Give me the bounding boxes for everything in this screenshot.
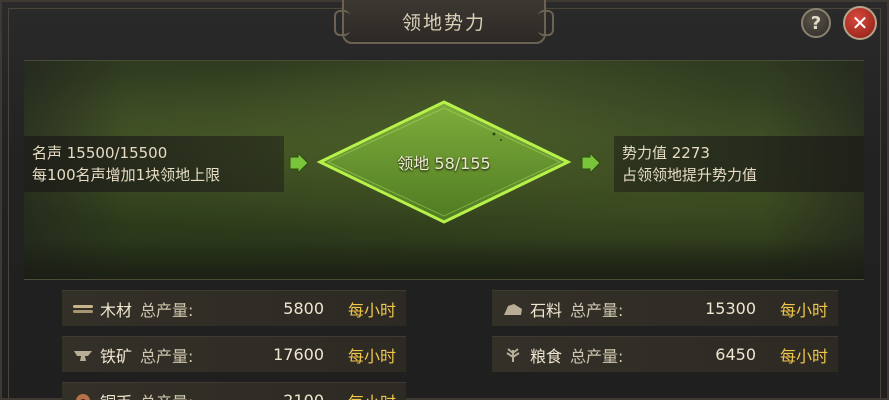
resource-row-iron: 铁矿 总产量: 17600 每小时 [62,336,406,372]
resource-unit: 每小时 [347,300,396,320]
power-note: 占领领地提升势力值 [622,166,758,184]
resource-unit: 每小时 [779,300,828,320]
wood-icon [72,301,94,317]
resource-name: 粮食 [530,346,563,366]
resource-label: 总产量: [570,346,624,366]
stone-icon [502,301,524,317]
grain-icon [502,347,524,363]
resource-unit: 每小时 [348,389,396,400]
resource-row-stone: 石料 总产量: 15300 每小时 [492,290,838,326]
help-button[interactable]: ? [801,8,831,38]
power-info: 势力值 2273 占领领地提升势力值 [614,136,864,192]
resource-row-grain: 粮食 总产量: 6450 每小时 [492,336,838,372]
iron-icon [72,347,94,363]
resource-value: 5800 [283,299,324,318]
resource-row-coin: 铜币 总产量: 2100 每小时 [62,382,406,400]
resource-name: 木材 [100,300,133,320]
resource-value: 17600 [273,345,324,364]
resource-value: 6450 [715,345,756,364]
resource-label: 总产量: [140,346,194,366]
panel-title: 领地势力 [401,11,486,34]
resource-row-wood: 木材 总产量: 5800 每小时 [62,290,406,326]
coin-icon [72,393,94,400]
arrow-right-icon [581,153,600,173]
resource-name: 铁矿 [100,346,133,366]
close-button[interactable]: ✕ [843,6,877,40]
resource-label: 总产量: [570,300,624,320]
reputation-info: 名声 15500/15500 每100名声增加1块领地上限 [24,136,284,192]
resource-name: 石料 [530,300,563,320]
reputation-value: 名声 15500/15500 [32,144,168,162]
reputation-note: 每100名声增加1块领地上限 [32,166,221,184]
title-plate: 领地势力 [334,0,554,44]
territory-diamond: 领地 58/155 [316,98,572,226]
resource-unit: 每小时 [779,346,828,366]
territory-count: 领地 58/155 [397,154,491,173]
resource-value: 15300 [705,299,756,318]
resource-name: 铜币 [100,389,132,400]
resource-unit: 每小时 [347,346,396,366]
resource-label: 总产量: [140,300,194,320]
resource-value: 2100 [283,391,324,400]
arrow-right-icon [289,153,308,173]
power-value: 势力值 2273 [622,144,710,162]
resource-label: 总产量: [140,389,193,400]
